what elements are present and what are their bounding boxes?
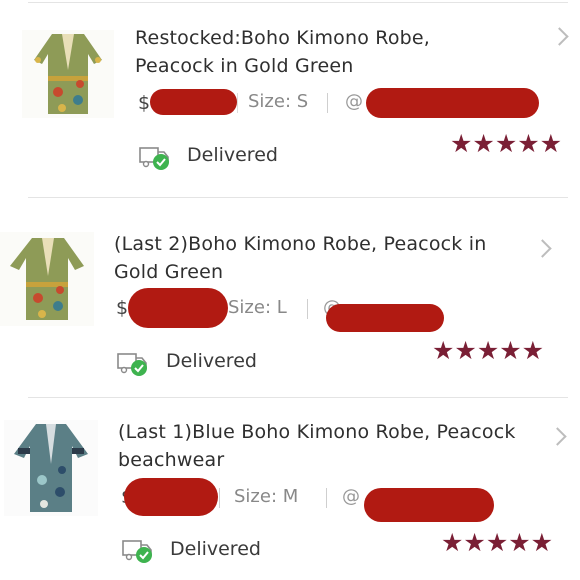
divider <box>28 397 568 398</box>
rating-stars: ★★★★★ <box>432 336 545 365</box>
divider <box>327 93 328 113</box>
product-title[interactable]: (Last 1)Blue Boho Kimono Robe, Peacock b… <box>118 418 518 474</box>
price-symbol: $ <box>138 92 151 114</box>
price-symbol: $ <box>116 297 129 319</box>
size-label: Size: S <box>248 91 309 112</box>
rating-stars: ★★★★★ <box>450 129 563 158</box>
order-row-1[interactable]: Restocked:Boho Kimono Robe, Peacock in G… <box>0 0 580 198</box>
divider <box>28 2 568 3</box>
redaction-mark <box>364 488 494 522</box>
delivery-truck-icon <box>122 540 152 563</box>
chevron-right-icon[interactable] <box>533 239 552 258</box>
redaction-mark <box>366 88 539 118</box>
seller-handle[interactable]: @ <box>342 486 360 507</box>
redaction-mark <box>124 478 218 516</box>
divider <box>326 488 327 508</box>
size-label: Size: L <box>228 297 287 318</box>
divider <box>28 197 568 198</box>
rating-stars: ★★★★★ <box>441 528 554 557</box>
divider <box>307 299 308 319</box>
kimono-thumbnail-icon <box>0 232 94 326</box>
delivery-status: Delivered <box>187 144 278 166</box>
redaction-mark <box>326 304 444 332</box>
kimono-thumbnail-icon <box>22 30 114 118</box>
product-title[interactable]: (Last 2)Boho Kimono Robe, Peacock in Gol… <box>114 230 524 286</box>
divider <box>237 93 238 113</box>
delivery-status: Delivered <box>170 538 261 560</box>
chevron-right-icon[interactable] <box>548 427 567 446</box>
seller-handle[interactable]: @ <box>345 91 363 112</box>
product-title[interactable]: Restocked:Boho Kimono Robe, Peacock in G… <box>135 24 515 80</box>
delivery-status: Delivered <box>166 350 257 372</box>
redaction-mark <box>150 89 237 115</box>
redaction-mark <box>128 288 228 328</box>
kimono-thumbnail-icon <box>4 420 98 516</box>
delivery-truck-icon <box>117 353 147 376</box>
order-row-2[interactable]: (Last 2)Boho Kimono Robe, Peacock in Gol… <box>0 208 580 396</box>
chevron-right-icon[interactable] <box>550 27 569 46</box>
order-row-3[interactable]: (Last 1)Blue Boho Kimono Robe, Peacock b… <box>0 404 580 580</box>
delivery-truck-icon <box>139 147 169 170</box>
divider <box>219 488 220 508</box>
size-label: Size: M <box>234 486 299 507</box>
